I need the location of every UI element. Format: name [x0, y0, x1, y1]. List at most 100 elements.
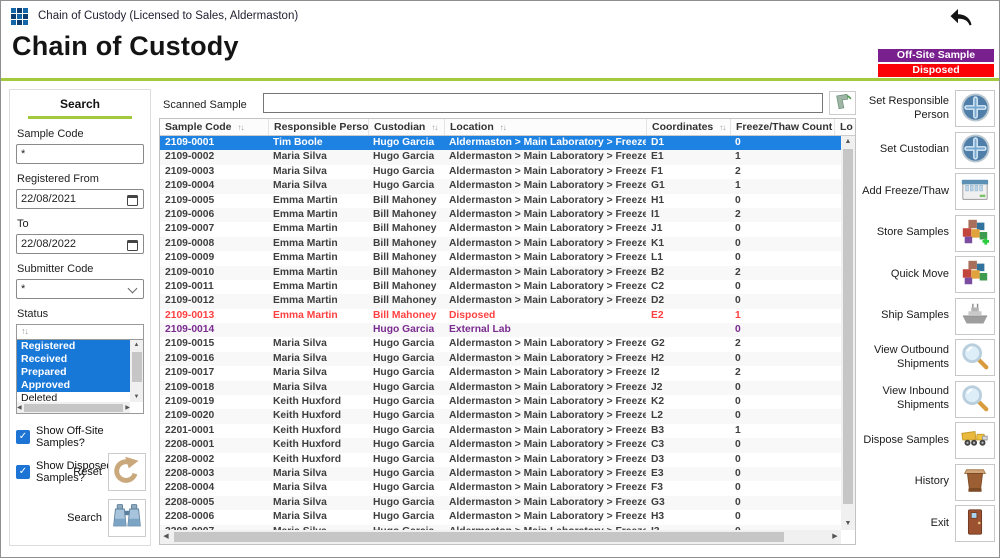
status-option[interactable]: Registered	[17, 340, 130, 353]
table-row[interactable]: 2208-0001Keith HuxfordHugo GarciaAlderma…	[160, 438, 841, 452]
status-option[interactable]: Deleted	[17, 392, 130, 402]
table-row[interactable]: 2109-0003Maria SilvaHugo GarciaAldermast…	[160, 165, 841, 179]
to-date-input[interactable]	[16, 234, 144, 254]
status-sort-box[interactable]: ↑↓	[16, 324, 144, 340]
table-row[interactable]: 2208-0006Maria SilvaHugo GarciaAldermast…	[160, 510, 841, 524]
table-cell: Aldermaston > Main Laboratory > Freezer …	[444, 251, 646, 265]
table-cell: External Lab	[444, 323, 646, 337]
table-cell: 0	[730, 352, 834, 366]
submitter-code-select[interactable]: *	[16, 279, 144, 299]
table-row[interactable]: 2109-0012Emma MartinBill MahoneyAldermas…	[160, 294, 841, 308]
status-option[interactable]: Prepared	[17, 366, 130, 379]
table-row[interactable]: 2109-0017Maria SilvaHugo GarciaAldermast…	[160, 366, 841, 380]
table-cell: Hugo Garcia	[368, 510, 444, 524]
table-row[interactable]: 2109-0018Maria SilvaHugo GarciaAldermast…	[160, 381, 841, 395]
action-row: View Inbound Shipments	[859, 381, 995, 418]
column-header[interactable]: Location↑↓	[444, 119, 646, 135]
scroll-left-icon[interactable]: ◀	[17, 403, 22, 413]
table-row[interactable]: 2109-0014Hugo GarciaExternal Lab0	[160, 323, 841, 337]
ship-samples-button[interactable]	[955, 298, 995, 335]
table-row[interactable]: 2109-0020Keith HuxfordHugo GarciaAlderma…	[160, 409, 841, 423]
column-header[interactable]: Lo	[834, 119, 855, 135]
table-row[interactable]: 2109-0011Emma MartinBill MahoneyAldermas…	[160, 280, 841, 294]
table-cell: Maria Silva	[268, 179, 368, 193]
table-row[interactable]: 2109-0008Emma MartinBill MahoneyAldermas…	[160, 237, 841, 251]
table-row[interactable]: 2109-0005Emma MartinBill MahoneyAldermas…	[160, 194, 841, 208]
scroll-right-icon[interactable]: ▶	[125, 403, 130, 413]
sort-icon: ↑↓	[500, 123, 506, 132]
column-header[interactable]: Responsible Person↑↓	[268, 119, 368, 135]
table-horizontal-scrollbar[interactable]: ◀ ▶	[160, 530, 841, 544]
column-header[interactable]: Coordinates↑↓	[646, 119, 730, 135]
table-row[interactable]: 2208-0003Maria SilvaHugo GarciaAldermast…	[160, 467, 841, 481]
table-row[interactable]: 2109-0016Maria SilvaHugo GarciaAldermast…	[160, 352, 841, 366]
table-cell: 2109-0014	[160, 323, 268, 337]
barcode-scanner-button[interactable]	[829, 91, 856, 115]
table-vertical-scrollbar[interactable]: ▲ ▼	[841, 136, 855, 530]
table-cell: Maria Silva	[268, 150, 368, 164]
set-responsible-person-button[interactable]	[955, 90, 995, 127]
status-option[interactable]: Approved	[17, 379, 130, 392]
table-row[interactable]: 2208-0004Maria SilvaHugo GarciaAldermast…	[160, 481, 841, 495]
table-row[interactable]: 2109-0015Maria SilvaHugo GarciaAldermast…	[160, 337, 841, 351]
table-cell: 0	[730, 251, 834, 265]
scroll-up-icon[interactable]: ▲	[841, 136, 855, 148]
table-row[interactable]: 2109-0004Maria SilvaHugo GarciaAldermast…	[160, 179, 841, 193]
table-cell: 2109-0019	[160, 395, 268, 409]
table-row[interactable]: 2208-0005Maria SilvaHugo GarciaAldermast…	[160, 496, 841, 510]
scrollbar-thumb[interactable]	[24, 404, 124, 412]
column-header[interactable]: Freeze/Thaw Count↑↓	[730, 119, 834, 135]
table-row[interactable]: 2109-0002Maria SilvaHugo GarciaAldermast…	[160, 150, 841, 164]
status-option[interactable]: Received	[17, 353, 130, 366]
back-button[interactable]	[949, 7, 973, 31]
column-header[interactable]: Custodian↑↓	[368, 119, 444, 135]
calendar-icon[interactable]	[127, 240, 138, 251]
scroll-left-icon[interactable]: ◀	[160, 532, 172, 542]
scrollbar-thumb[interactable]	[174, 532, 784, 542]
view-outbound-shipments-button[interactable]	[955, 339, 995, 376]
table-cell: 2109-0011	[160, 280, 268, 294]
set-custodian-button[interactable]	[955, 132, 995, 169]
table-row[interactable]: 2109-0007Emma MartinBill MahoneyAldermas…	[160, 222, 841, 236]
table-cell	[834, 481, 841, 495]
status-horizontal-scrollbar[interactable]: ◀ ▶	[17, 402, 130, 413]
scroll-up-icon[interactable]: ▲	[130, 340, 143, 350]
status-vertical-scrollbar[interactable]: ▲ ▼	[130, 340, 143, 402]
view-inbound-shipments-button[interactable]	[955, 381, 995, 418]
calendar-icon[interactable]	[127, 195, 138, 206]
exit-button[interactable]	[955, 505, 995, 542]
history-button[interactable]	[955, 464, 995, 501]
scroll-down-icon[interactable]: ▼	[130, 392, 143, 402]
store-samples-button[interactable]	[955, 215, 995, 252]
scanned-sample-input[interactable]	[263, 93, 823, 113]
action-label: Store Samples	[877, 226, 949, 240]
table-row[interactable]: 2109-0001Tim BooleHugo GarciaAldermaston…	[160, 136, 841, 150]
quick-move-button[interactable]	[955, 256, 995, 293]
table-cell: 0	[730, 438, 834, 452]
app-grid-icon[interactable]	[11, 8, 28, 25]
scroll-right-icon[interactable]: ▶	[829, 532, 841, 542]
table-cell: Hugo Garcia	[368, 179, 444, 193]
sample-code-input[interactable]	[16, 144, 144, 164]
table-row[interactable]: 2208-0002Keith HuxfordHugo GarciaAlderma…	[160, 453, 841, 467]
table-cell: H2	[646, 352, 730, 366]
scrollbar-thumb[interactable]	[132, 352, 142, 382]
registered-from-input[interactable]	[16, 189, 144, 209]
search-button[interactable]	[108, 499, 146, 537]
table-row[interactable]: 2109-0019Keith HuxfordHugo GarciaAlderma…	[160, 395, 841, 409]
quick-move-icon	[960, 258, 990, 291]
table-row[interactable]: 2109-0010Emma MartinBill MahoneyAldermas…	[160, 266, 841, 280]
scroll-down-icon[interactable]: ▼	[841, 518, 855, 530]
reset-button[interactable]	[108, 453, 146, 491]
table-cell	[834, 179, 841, 193]
status-label: Status	[17, 308, 143, 320]
show-offsite-samples-checkbox[interactable]: ✓ Show Off-Site Samples?	[16, 425, 144, 449]
table-row[interactable]: 2201-0001Keith HuxfordHugo GarciaAlderma…	[160, 424, 841, 438]
scrollbar-thumb[interactable]	[843, 149, 853, 504]
add-freeze-thaw-button[interactable]	[955, 173, 995, 210]
table-row[interactable]: 2109-0006Emma MartinBill MahoneyAldermas…	[160, 208, 841, 222]
table-row[interactable]: 2109-0013Emma MartinBill MahoneyDisposed…	[160, 309, 841, 323]
dispose-samples-button[interactable]	[955, 422, 995, 459]
table-row[interactable]: 2109-0009Emma MartinBill MahoneyAldermas…	[160, 251, 841, 265]
column-header[interactable]: Sample Code↑↓	[160, 119, 268, 135]
